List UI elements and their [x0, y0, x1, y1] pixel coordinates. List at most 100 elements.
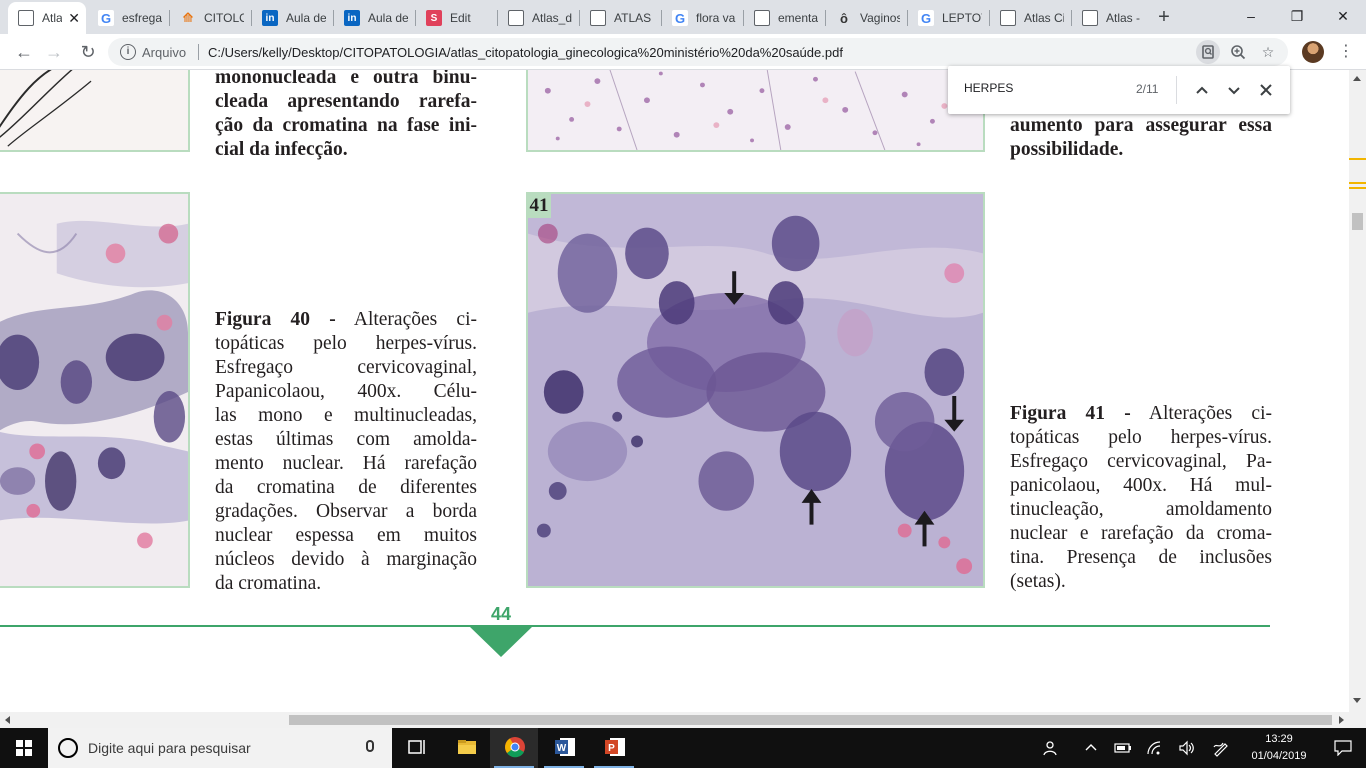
vertical-scrollbar[interactable] [1349, 70, 1366, 712]
doc-icon [508, 10, 524, 26]
svg-text:P: P [608, 743, 615, 754]
tab-title: Aula de [286, 11, 326, 25]
find-match-count: 2/11 [1136, 82, 1159, 96]
scroll-up-icon[interactable] [1353, 76, 1361, 81]
find-match-marker [1349, 182, 1366, 184]
people-icon[interactable] [1040, 728, 1062, 768]
tab-ementa[interactable]: ementa [744, 4, 824, 32]
scheme-label: Arquivo [142, 45, 187, 60]
tab-title: LEPTOT [942, 11, 982, 25]
tab-pdf-active[interactable]: Atla ✕ [8, 2, 86, 34]
pen-workspace-icon[interactable] [1210, 728, 1232, 768]
action-center-button[interactable] [1322, 728, 1366, 768]
tab-edit[interactable]: S Edit [416, 4, 496, 32]
doc-icon [754, 10, 770, 26]
caption-line: Esfregaço cervicovaginal, Pa- [1010, 451, 1272, 472]
caption-line: topáticas pelo herpes-vírus. [215, 333, 477, 354]
tab-title: Edit [450, 11, 471, 25]
microphone-icon[interactable] [366, 740, 374, 752]
caption-line: aumento para assegurar essa [1010, 115, 1272, 136]
google-icon: G [98, 10, 114, 26]
tab-aula-1[interactable]: in Aula de [252, 4, 332, 32]
system-clock[interactable]: 13:29 01/04/2019 [1238, 731, 1320, 765]
tab-vaginos[interactable]: ô Vaginos [826, 4, 906, 32]
tab-leptot[interactable]: G LEPTOT [908, 4, 988, 32]
figure-41-caption: Figura 41 - Alterações ci- topáticas pel… [1010, 402, 1272, 594]
tab-title: CITOLO [204, 11, 244, 25]
vertical-scroll-thumb[interactable] [1352, 213, 1363, 230]
find-close-button[interactable] [1254, 78, 1278, 102]
tab-atlas-d-2[interactable]: ATLAS D [580, 4, 660, 32]
tab-flora[interactable]: G flora va [662, 4, 742, 32]
linkedin-icon: in [262, 10, 278, 26]
horizontal-scroll-thumb[interactable] [289, 715, 1332, 725]
word-button[interactable]: W [540, 728, 588, 768]
file-explorer-icon [458, 740, 476, 754]
caption-line: nuclear espessa em muitos [215, 525, 477, 546]
taskbar-search[interactable]: Digite aqui para pesquisar [48, 728, 392, 768]
find-next-button[interactable] [1222, 78, 1246, 102]
find-match-marker [1349, 187, 1366, 189]
tray-expand-icon[interactable] [1080, 728, 1102, 768]
find-bar: 2/11 [948, 66, 1290, 114]
tab-title: ementa [778, 11, 818, 25]
find-icon[interactable] [1196, 40, 1220, 64]
back-button[interactable]: ← [12, 40, 36, 64]
caption-line: da cromatina de diferentes [215, 477, 477, 498]
tab-atlas-d[interactable]: Atlas_d [498, 4, 578, 32]
profile-avatar[interactable] [1302, 41, 1324, 63]
start-button[interactable] [0, 728, 48, 768]
battery-icon[interactable] [1112, 728, 1134, 768]
tab-title: Atlas_d [532, 11, 572, 25]
caption-text: Alterações ci- [353, 309, 477, 330]
bookmark-star-icon[interactable]: ☆ [1256, 40, 1280, 64]
caption-line: Figura 41 - Alterações ci- [1010, 402, 1272, 426]
info-icon[interactable]: i [120, 44, 136, 60]
tab-title: esfrega [122, 11, 162, 25]
new-tab-button[interactable]: + [1152, 6, 1176, 30]
find-separator [1176, 76, 1177, 104]
scroll-left-icon[interactable] [5, 716, 10, 724]
caption-line: tina. Presença de inclusões [1010, 547, 1272, 568]
reload-button[interactable]: ↻ [76, 40, 100, 64]
task-view-icon [408, 740, 425, 754]
wifi-icon[interactable] [1144, 728, 1166, 768]
tab-citolo[interactable]: ⟰ CITOLO [170, 4, 250, 32]
caption-line: topáticas pelo herpes-vírus. [1010, 427, 1272, 448]
horizontal-scrollbar[interactable] [0, 712, 1366, 728]
page-footer-line [0, 625, 1270, 627]
page-footer-triangle [469, 626, 533, 657]
tab-title: Aula de [368, 11, 408, 25]
browser-toolbar: ← → ↻ i Arquivo C:/Users/kelly/Desktop/C… [0, 34, 1366, 70]
task-view-button[interactable] [392, 728, 440, 768]
menu-dots-icon[interactable]: ⋮ [1336, 40, 1356, 64]
caption-line: da cromatina. [215, 573, 322, 594]
scroll-down-icon[interactable] [1353, 698, 1361, 703]
caption-line: núcleos devido à marginação [215, 549, 477, 570]
file-explorer-button[interactable] [442, 728, 490, 768]
forward-button[interactable]: → [42, 40, 66, 64]
close-window-button[interactable]: ✕ [1320, 0, 1366, 32]
tab-atlas-ci[interactable]: Atlas Ci [990, 4, 1070, 32]
restore-button[interactable]: ❐ [1274, 0, 1320, 32]
powerpoint-button[interactable]: P [590, 728, 638, 768]
figure-39-image [0, 70, 190, 152]
caption-line: (setas). [1010, 571, 1066, 592]
scroll-right-icon[interactable] [1339, 716, 1344, 724]
tab-atlas-f[interactable]: Atlas - f [1072, 4, 1148, 32]
figure-41-image [526, 192, 985, 588]
windows-logo-icon [16, 740, 32, 756]
tab-esfrega[interactable]: G esfrega [88, 4, 168, 32]
find-previous-button[interactable] [1190, 78, 1214, 102]
caption-text: Alterações ci- [1148, 403, 1272, 424]
address-bar[interactable]: i Arquivo C:/Users/kelly/Desktop/CITOPAT… [108, 38, 1288, 66]
find-input[interactable] [964, 81, 1114, 95]
zoom-icon[interactable] [1226, 40, 1250, 64]
chrome-button[interactable] [490, 728, 538, 768]
tab-aula-2[interactable]: in Aula de [334, 4, 414, 32]
tab-close-icon[interactable]: ✕ [68, 10, 80, 27]
linkedin-icon: in [344, 10, 360, 26]
url-text[interactable]: C:/Users/kelly/Desktop/CITOPATOLOGIA/atl… [208, 45, 843, 60]
volume-icon[interactable] [1176, 728, 1198, 768]
minimize-button[interactable]: – [1228, 0, 1274, 32]
